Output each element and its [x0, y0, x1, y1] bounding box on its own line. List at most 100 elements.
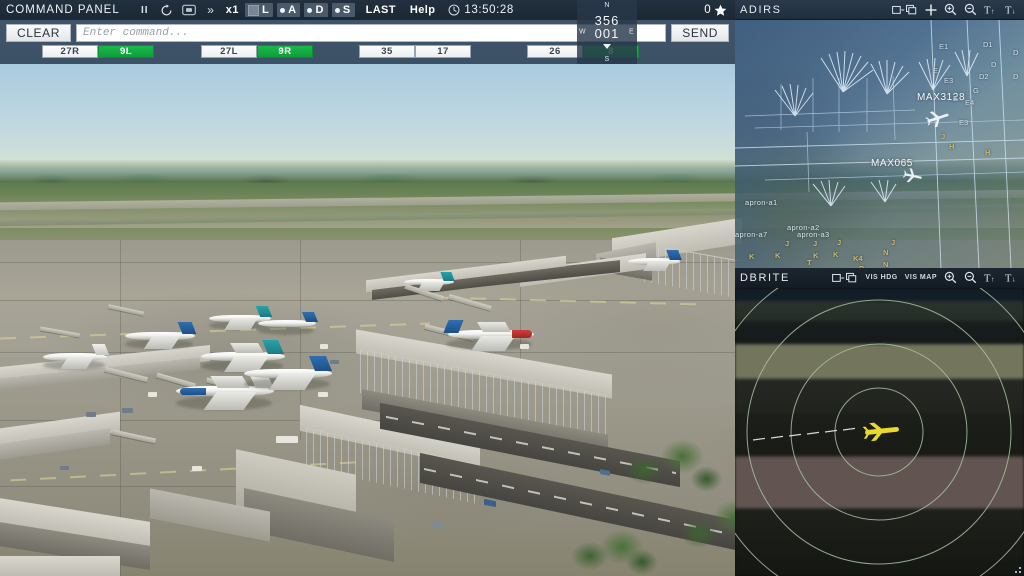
square-swatch-icon	[248, 4, 259, 16]
svg-text:T: T	[1005, 5, 1012, 16]
runway-button-26[interactable]: 26	[527, 45, 583, 58]
vertical-stabilizer	[666, 250, 682, 260]
dot-swatch-icon	[334, 7, 340, 13]
zoom-in-icon[interactable]	[944, 3, 957, 16]
adirs-taxiway-label: K4	[853, 254, 863, 263]
toggle-d-label: D	[315, 4, 324, 16]
toggle-l[interactable]: L	[245, 3, 274, 17]
move-cross-icon[interactable]	[925, 4, 937, 16]
dbrite-header-controls: VIS HDG VIS MAP T ↑ T ↓	[832, 271, 1019, 284]
runway-pair-1: 27R 9L	[42, 45, 154, 58]
parked-aircraft	[624, 250, 684, 272]
aircraft-target-symbol	[862, 422, 899, 442]
adirs-taxiway-label: D1	[983, 40, 993, 49]
ground-vehicle	[122, 408, 133, 413]
toggle-s-label: S	[342, 4, 351, 16]
text-increase-icon[interactable]: T ↑	[984, 3, 998, 16]
toggle-a[interactable]: A	[277, 3, 301, 17]
adirs-taxiway-label: J	[941, 132, 946, 141]
last-button[interactable]: LAST	[366, 4, 396, 16]
adirs-header-controls: T ↑ T ↓	[892, 3, 1019, 16]
ground-vehicle	[330, 360, 339, 364]
svg-text:↑: ↑	[991, 7, 995, 15]
runway-button-9L[interactable]: 9L	[98, 45, 154, 58]
toggle-l-label: L	[262, 4, 270, 16]
adirs-taxiway-label: D	[1013, 48, 1019, 57]
adirs-taxiway-label: K	[833, 250, 839, 259]
ground-vehicle	[318, 392, 328, 397]
compass-east-label: E	[629, 28, 634, 36]
resize-grip[interactable]	[1015, 567, 1022, 574]
ground-vehicle	[148, 392, 157, 397]
parked-aircraft	[400, 272, 458, 292]
svg-text:T: T	[984, 273, 991, 284]
compass-widget: N W E S 356 001	[577, 0, 637, 64]
fast-forward-button[interactable]: »	[203, 2, 219, 18]
vis-map-button[interactable]: VIS MAP	[905, 274, 937, 281]
runway-button-35[interactable]: 35	[359, 45, 415, 58]
vis-hdg-button[interactable]: VIS HDG	[865, 274, 897, 281]
toggle-d[interactable]: D	[304, 3, 328, 17]
send-button[interactable]: SEND	[671, 24, 729, 42]
toggle-s[interactable]: S	[331, 3, 355, 17]
runway-button-27R[interactable]: 27R	[42, 45, 98, 58]
compass-south-label: S	[604, 56, 610, 63]
building-roof	[0, 556, 120, 576]
text-decrease-icon[interactable]: T ↓	[1005, 271, 1019, 284]
svg-text:T: T	[984, 5, 991, 16]
dbrite-header: DBRITE VIS HDG VIS MAP T ↑ T ↓	[735, 268, 1024, 288]
zoom-in-icon[interactable]	[944, 271, 957, 284]
adirs-taxiway-label: E1	[939, 42, 949, 51]
help-button[interactable]: Help	[410, 4, 435, 16]
clear-button[interactable]: CLEAR	[6, 24, 72, 42]
sim-speed-label[interactable]: x1	[226, 4, 239, 16]
svg-text:T: T	[1005, 273, 1012, 284]
adirs-taxiway-label: J	[813, 239, 818, 248]
dbrite-radar-display[interactable]	[735, 288, 1024, 576]
heading-bottom-value: 001	[594, 26, 620, 41]
adirs-taxiway-label: E3	[944, 76, 954, 85]
dbrite-title: DBRITE	[740, 271, 790, 284]
adirs-taxiway-label: E	[933, 66, 939, 75]
score-area: 0	[704, 4, 729, 17]
svg-text:↓: ↓	[1012, 275, 1016, 283]
adirs-ground-radar-display[interactable]: MAX3128 MAX065 apron-a1 apron-a2 apron-a…	[735, 20, 1024, 268]
restore-window-icon[interactable]	[892, 4, 918, 16]
zoom-out-icon[interactable]	[964, 3, 977, 16]
adirs-taxiway-label: E3	[959, 118, 969, 127]
record-icon[interactable]	[181, 2, 197, 18]
restart-icon[interactable]	[159, 2, 175, 18]
adirs-taxiway-label: J	[785, 239, 790, 248]
zoom-out-icon[interactable]	[964, 271, 977, 284]
compass-arrow-icon	[603, 44, 611, 49]
ground-vehicle	[276, 436, 298, 443]
clock-icon	[448, 4, 460, 16]
adirs-taxiway-label: H	[949, 142, 955, 151]
ground-vehicle	[60, 466, 69, 470]
adirs-taxiway-label: H	[985, 148, 991, 157]
restore-window-icon[interactable]	[832, 272, 858, 284]
simulator-window: N W E S 356 001 COMMAND PANEL II » x1 L …	[0, 0, 1024, 576]
runway-button-9R[interactable]: 9R	[257, 45, 313, 58]
pause-button[interactable]: II	[137, 2, 153, 18]
star-count: 0	[704, 4, 711, 16]
vertical-stabilizer	[440, 272, 455, 281]
command-panel-title: COMMAND PANEL	[6, 4, 120, 16]
wing	[643, 261, 671, 271]
compass-west-label: W	[579, 28, 586, 36]
adirs-aircraft-label[interactable]: MAX065	[871, 158, 913, 169]
runway-button-27L[interactable]: 27L	[201, 45, 257, 58]
adirs-header: ADIRS T ↑ T ↓	[735, 0, 1024, 20]
compass-north-label: N	[604, 2, 610, 9]
text-increase-icon[interactable]: T ↑	[984, 271, 998, 284]
aircraft-shadow	[258, 326, 314, 335]
text-decrease-icon[interactable]: T ↓	[1005, 3, 1019, 16]
runway-pair-2: 27L 9R	[201, 45, 313, 58]
adirs-taxiway-label: E	[953, 94, 959, 103]
compass-heading-readout: 356 001	[595, 14, 620, 40]
adirs-panel: ADIRS T ↑ T ↓ MAX3128 MAX065 apron-a1 ap…	[735, 0, 1024, 268]
adirs-taxiway-label: T	[807, 258, 812, 267]
adirs-taxiway-label: N	[883, 260, 889, 268]
runway-button-17[interactable]: 17	[415, 45, 471, 58]
star-icon[interactable]	[714, 4, 727, 17]
